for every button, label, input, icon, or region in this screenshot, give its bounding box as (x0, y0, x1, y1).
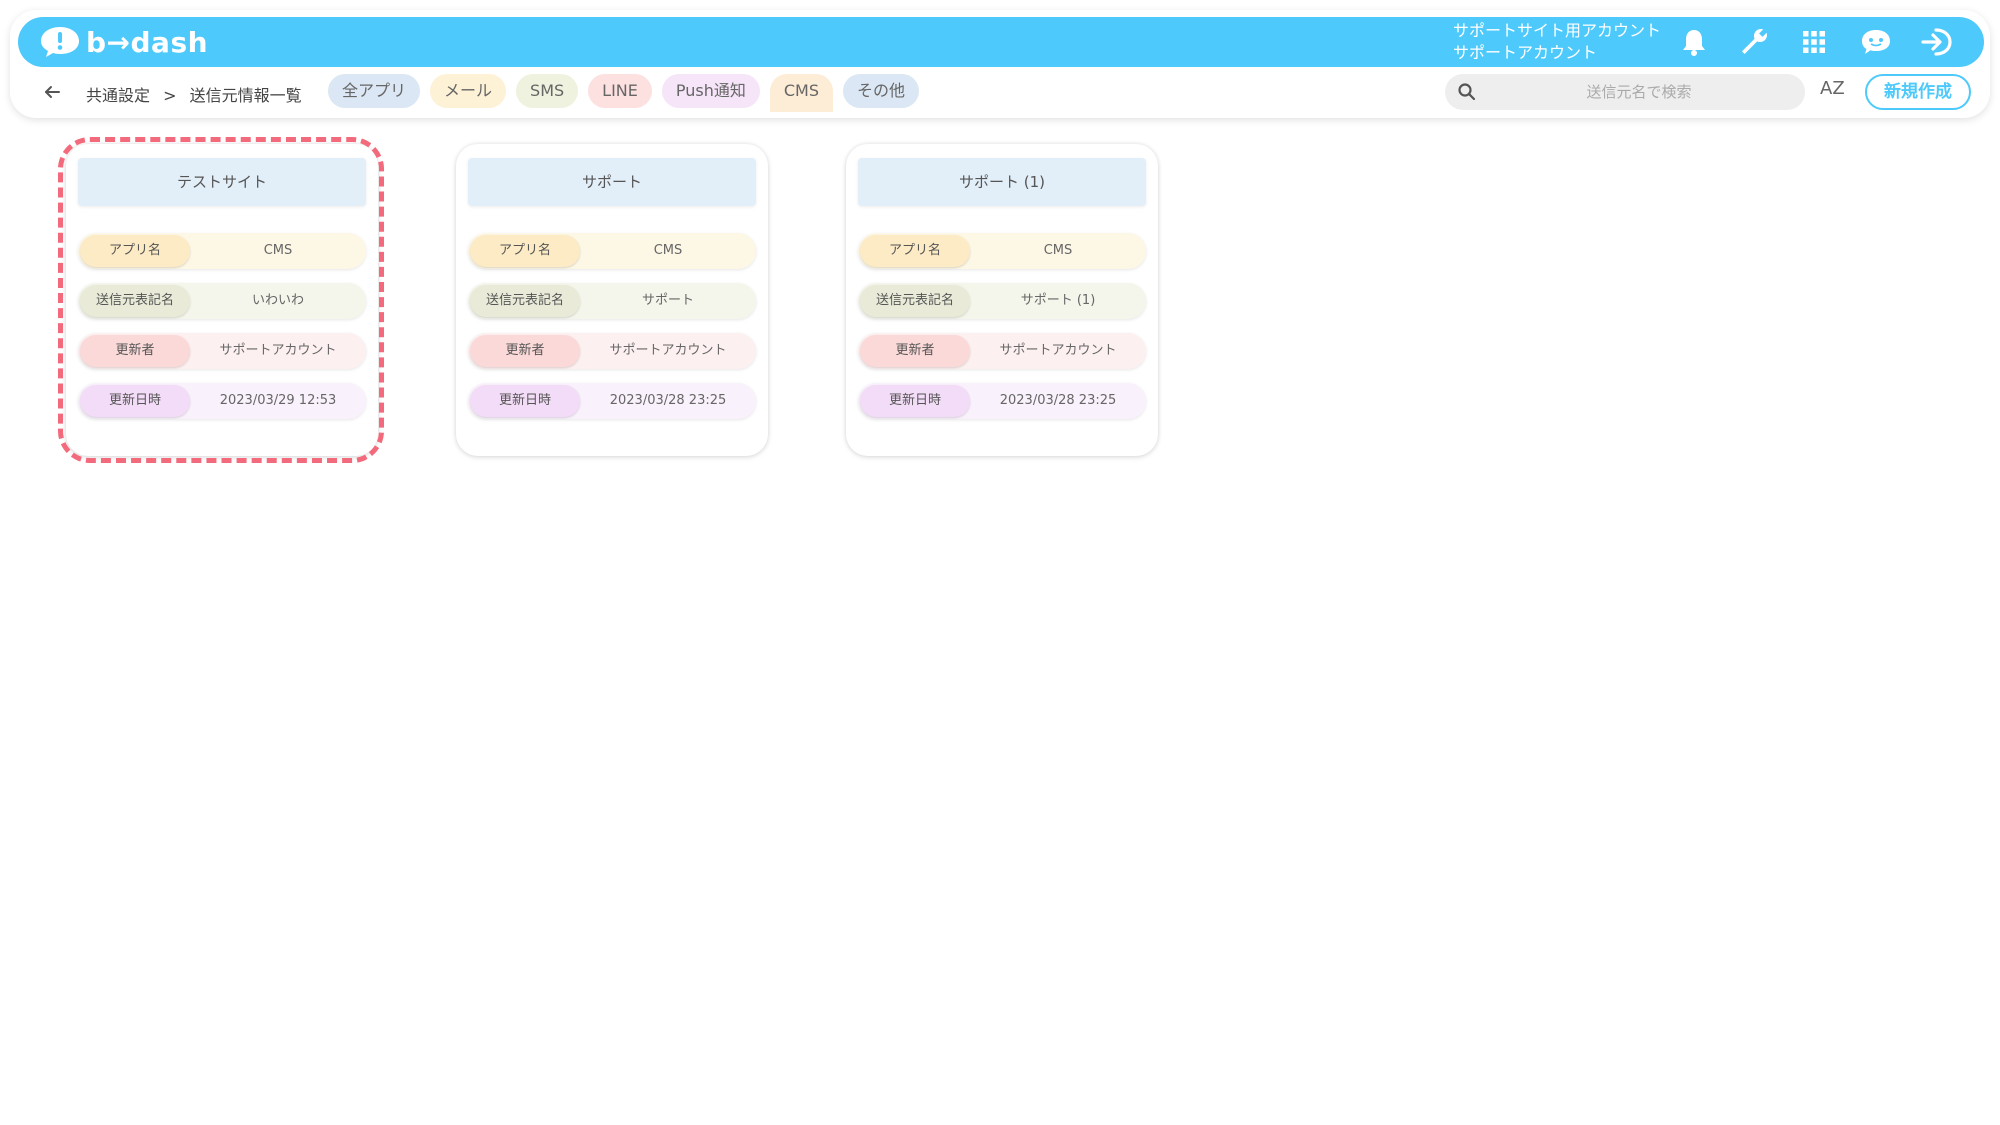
sender-card[interactable]: テストサイト アプリ名 CMS 送信元表記名 いわいわ 更新者 サポートアカウン… (66, 144, 378, 456)
row-updated-at: 更新日時 2023/03/29 12:53 (78, 383, 366, 419)
logo-bubble-icon (38, 24, 82, 60)
row-updated-at: 更新日時 2023/03/28 23:25 (468, 383, 756, 419)
breadcrumb-parent[interactable]: 共通設定 (86, 86, 150, 105)
create-new-button[interactable]: 新規作成 (1865, 74, 1971, 110)
row-sender: 送信元表記名 サポート (468, 283, 756, 319)
row-label: 更新日時 (860, 385, 970, 417)
back-arrow-icon[interactable] (40, 80, 64, 104)
account-user-name: サポートアカウント (1453, 43, 1598, 62)
row-sender: 送信元表記名 サポート (1) (858, 283, 1146, 319)
row-app: アプリ名 CMS (468, 233, 756, 269)
card-title: テストサイト (78, 158, 366, 206)
row-label: 送信元表記名 (470, 285, 580, 317)
card-title: サポート (468, 158, 756, 206)
apps-grid-icon[interactable] (1798, 26, 1830, 58)
row-label: 更新日時 (80, 385, 190, 417)
row-value: サポートアカウント (609, 343, 727, 358)
sub-toolbar: 共通設定 > 送信元情報一覧 全アプリ メール SMS LINE Push通知 … (18, 72, 1984, 112)
row-value: CMS (263, 243, 293, 258)
row-value: サポートアカウント (999, 343, 1117, 358)
logout-icon[interactable] (1918, 26, 1954, 58)
row-value: サポートアカウント (219, 343, 337, 358)
search-box (1445, 74, 1805, 110)
breadcrumb-separator: > (163, 86, 177, 105)
search-icon (1457, 82, 1477, 106)
sort-az-icon[interactable]: AZ (1820, 78, 1845, 99)
breadcrumb-current: 送信元情報一覧 (189, 86, 302, 105)
sender-card[interactable]: サポート (1) アプリ名 CMS 送信元表記名 サポート (1) 更新者 サポ… (846, 144, 1158, 456)
bell-icon[interactable] (1678, 26, 1710, 58)
row-value: サポート (1) (1020, 293, 1096, 308)
account-info[interactable]: サポートサイト用アカウント サポートアカウント (1453, 20, 1661, 64)
row-app: アプリ名 CMS (78, 233, 366, 269)
row-value: いわいわ (251, 293, 304, 308)
logo-text: b→dash (86, 25, 209, 59)
row-label: 更新者 (860, 335, 970, 367)
row-sender: 送信元表記名 いわいわ (78, 283, 366, 319)
row-value: 2023/03/28 23:25 (609, 393, 727, 408)
row-label: 更新日時 (470, 385, 580, 417)
app-filter-chips: 全アプリ メール SMS LINE Push通知 CMS その他 (328, 74, 920, 112)
row-value: CMS (653, 243, 683, 258)
row-value: 2023/03/28 23:25 (999, 393, 1117, 408)
account-site-name: サポートサイト用アカウント (1453, 21, 1662, 40)
breadcrumb: 共通設定 > 送信元情報一覧 (86, 82, 302, 106)
filter-chip-sms[interactable]: SMS (516, 74, 579, 108)
row-updated-at: 更新日時 2023/03/28 23:25 (858, 383, 1146, 419)
row-label: アプリ名 (470, 235, 580, 267)
filter-chip-line[interactable]: LINE (588, 74, 652, 108)
row-value: 2023/03/29 12:53 (219, 393, 337, 408)
row-app: アプリ名 CMS (858, 233, 1146, 269)
sender-card[interactable]: サポート アプリ名 CMS 送信元表記名 サポート 更新者 サポートアカウント … (456, 144, 768, 456)
row-label: アプリ名 (80, 235, 190, 267)
filter-chip-other[interactable]: その他 (843, 74, 920, 108)
sort-az-label: AZ (1820, 78, 1845, 99)
row-label: 送信元表記名 (80, 285, 190, 317)
wrench-icon[interactable] (1738, 26, 1770, 58)
top-bar: b→dash サポートサイト用アカウント サポートアカウント (18, 17, 1984, 67)
filter-chip-mail[interactable]: メール (430, 74, 507, 108)
row-updater: 更新者 サポートアカウント (468, 333, 756, 369)
row-value: CMS (1043, 243, 1073, 258)
row-updater: 更新者 サポートアカウント (78, 333, 366, 369)
row-updater: 更新者 サポートアカウント (858, 333, 1146, 369)
row-label: 送信元表記名 (860, 285, 970, 317)
logo[interactable]: b→dash (38, 24, 208, 60)
row-label: アプリ名 (860, 235, 970, 267)
row-label: 更新者 (80, 335, 190, 367)
support-chat-icon[interactable] (1858, 26, 1894, 58)
row-label: 更新者 (470, 335, 580, 367)
row-value: サポート (641, 293, 694, 308)
filter-chip-cms[interactable]: CMS (769, 74, 834, 112)
card-title: サポート (1) (858, 158, 1146, 206)
filter-chip-push[interactable]: Push通知 (661, 74, 760, 108)
filter-chip-all[interactable]: 全アプリ (328, 74, 421, 108)
search-input[interactable] (1489, 74, 1789, 110)
